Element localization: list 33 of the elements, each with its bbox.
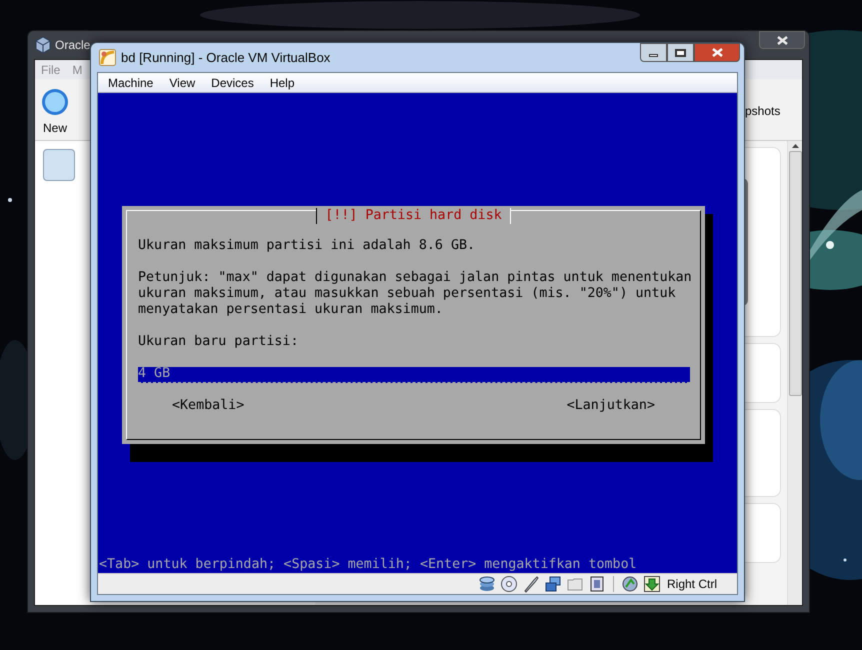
globe-icon (620, 575, 639, 593)
vm-app-icon (99, 49, 116, 66)
minimize-button[interactable] (640, 43, 667, 62)
vm-icon (43, 149, 75, 181)
scrollbar-thumb[interactable] (788, 151, 802, 396)
dialog-button[interactable]: <Kembali> (172, 398, 244, 414)
help-line: <Tab> untuk berpindah; <Spasi> memilih; <Enter> mengaktifkan tombol (99, 557, 637, 573)
input-field[interactable]: 4 GB (138, 366, 690, 382)
close-button[interactable] (694, 43, 740, 62)
dialog-title: [!!] Partisi hard disk (316, 208, 511, 224)
menu-item[interactable]: View (169, 74, 196, 92)
window-title: Oracle (55, 37, 90, 54)
cd-icon (500, 575, 518, 593)
toolbar-button[interactable]: New (40, 87, 70, 137)
close-icon (776, 36, 788, 44)
field-label: Ukuran baru partisi: (138, 334, 300, 350)
dialog-text: Petunjuk: "max" dapat digunakan sebagai jalan pintas untuk menentukan ukuran maksimum, atau masukkan sebuah persentasi (mis. "20%") untuk menyatakan persentasi ukuran maksimum. (138, 270, 693, 318)
chip-icon (588, 575, 606, 593)
hard-disk-icon (478, 575, 496, 593)
toolbar-label: pshots (745, 103, 780, 120)
host-key-label: Right Ctrl (666, 576, 717, 593)
cube-icon (34, 36, 52, 54)
menu-item[interactable]: Help (270, 74, 295, 92)
network-icon (544, 575, 562, 593)
close-button[interactable] (759, 31, 805, 49)
menu-item[interactable]: Devices (211, 74, 254, 92)
close-icon (712, 48, 722, 57)
menu-item[interactable]: Machine (108, 74, 154, 92)
maximize-button[interactable] (667, 43, 694, 62)
scroll-up-icon[interactable] (792, 144, 798, 148)
dialog-text: Ukuran maksimum partisi ini adalah 8.6 GB. (138, 238, 476, 254)
window-title: bd [Running] - Oracle VM VirtualBox (121, 48, 330, 67)
dialog-button[interactable]: <Lanjutkan> (566, 398, 655, 414)
